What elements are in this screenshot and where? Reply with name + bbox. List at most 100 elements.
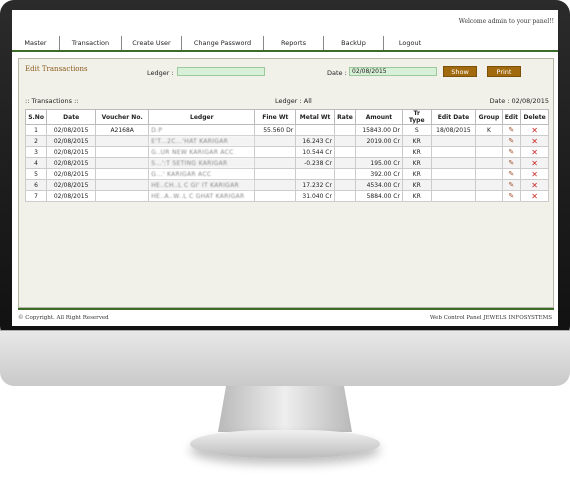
col-rate: Rate xyxy=(333,109,357,125)
col-fine-wt: Fine Wt xyxy=(254,109,297,125)
pencil-icon: ✎ xyxy=(508,148,515,156)
cell-amount: 195.00 Cr xyxy=(355,157,403,169)
menu-master[interactable]: Master xyxy=(12,36,60,50)
cell-metal-wt: 31.040 Cr xyxy=(295,190,335,202)
cell-voucher xyxy=(95,135,150,147)
cell-metal-wt: 17.232 Cr xyxy=(295,179,335,191)
cell-voucher xyxy=(95,190,150,202)
delete-button[interactable]: ✕ xyxy=(520,179,549,191)
cell-ledger: D.P xyxy=(148,124,256,136)
table-row: 5 02/08/2015 G...' KARIGAR ACC 392.00 Cr… xyxy=(24,168,549,180)
cell-tr-type: KR xyxy=(401,168,432,180)
cell-tr-type: S xyxy=(401,124,432,136)
cell-voucher xyxy=(95,157,150,169)
transactions-heading: :: Transactions :: xyxy=(25,97,79,105)
edit-button[interactable]: ✎ xyxy=(501,157,522,169)
cell-amount: 15843.00 Dr xyxy=(355,124,403,136)
panel-title: Edit Transactions xyxy=(25,65,88,73)
cell-tr-type: KR xyxy=(401,135,432,147)
cell-ledger: G...' KARIGAR ACC xyxy=(148,168,256,180)
col-edit-date: Edit Date xyxy=(430,109,477,125)
menu-change-password[interactable]: Change Password xyxy=(182,36,264,50)
show-button[interactable]: Show xyxy=(443,66,477,77)
pencil-icon: ✎ xyxy=(508,159,515,167)
date-input[interactable]: 02/08/2015 xyxy=(349,67,437,76)
cell-rate xyxy=(333,190,357,202)
col-ledger: Ledger xyxy=(148,109,256,125)
delete-button[interactable]: ✕ xyxy=(520,157,549,169)
menu-transaction[interactable]: Transaction xyxy=(60,36,122,50)
cell-amount xyxy=(355,146,403,158)
cell-sno: 7 xyxy=(24,190,48,202)
transactions-table: S.No Date Voucher No. Ledger Fine Wt Met… xyxy=(24,109,549,202)
cell-rate xyxy=(333,146,357,158)
delete-button[interactable]: ✕ xyxy=(520,124,549,136)
monitor-neck xyxy=(218,386,352,432)
cell-fine-wt xyxy=(254,179,297,191)
menu-reports[interactable]: Reports xyxy=(264,36,324,50)
col-sno: S.No xyxy=(24,109,48,125)
cell-ledger: E'T...2C...'HAT KARIGAR xyxy=(148,135,256,147)
edit-button[interactable]: ✎ xyxy=(501,135,522,147)
edit-button[interactable]: ✎ xyxy=(501,168,522,180)
cell-rate xyxy=(333,168,357,180)
cell-group xyxy=(475,179,503,191)
cell-voucher xyxy=(95,168,150,180)
menu-create-user[interactable]: Create User xyxy=(122,36,182,50)
cell-ledger: HE..CH..L C GI' IT KARIGAR xyxy=(148,179,256,191)
cell-sno: 1 xyxy=(24,124,48,136)
edit-button[interactable]: ✎ xyxy=(501,124,522,136)
cell-tr-type: KR xyxy=(401,157,432,169)
cell-tr-type: KR xyxy=(401,190,432,202)
delete-button[interactable]: ✕ xyxy=(520,146,549,158)
close-icon: ✕ xyxy=(531,125,538,135)
edit-button[interactable]: ✎ xyxy=(501,179,522,191)
pencil-icon: ✎ xyxy=(508,137,515,145)
pencil-icon: ✎ xyxy=(508,181,515,189)
table-row: 6 02/08/2015 HE..CH..L C GI' IT KARIGAR … xyxy=(24,179,549,191)
cell-amount: 392.00 Cr xyxy=(355,168,403,180)
table-header-row: S.No Date Voucher No. Ledger Fine Wt Met… xyxy=(24,109,549,125)
cell-metal-wt: -0.238 Cr xyxy=(295,157,335,169)
cell-amount: 4534.00 Cr xyxy=(355,179,403,191)
delete-button[interactable]: ✕ xyxy=(520,168,549,180)
col-date: Date xyxy=(46,109,97,125)
footer-divider xyxy=(18,308,554,310)
cell-group xyxy=(475,146,503,158)
col-amount: Amount xyxy=(355,109,403,125)
cell-voucher: A2168A xyxy=(95,124,150,136)
cell-fine-wt: 55.560 Dr xyxy=(254,124,297,136)
close-icon: ✕ xyxy=(531,136,538,146)
menu-logout[interactable]: Logout xyxy=(384,36,436,50)
print-button[interactable]: Print xyxy=(487,66,521,77)
pencil-icon: ✎ xyxy=(508,192,515,200)
credit-text: Web Control Panel JEWELS INFOSYSTEMS xyxy=(429,315,552,321)
cell-amount: 2019.00 Cr xyxy=(355,135,403,147)
col-edit: Edit xyxy=(501,109,522,125)
monitor-chin xyxy=(0,330,570,386)
cell-date: 02/08/2015 xyxy=(46,179,97,191)
pencil-icon: ✎ xyxy=(508,170,515,178)
cell-date: 02/08/2015 xyxy=(46,168,97,180)
cell-group xyxy=(475,168,503,180)
welcome-text: Welcome admin to your panel!! xyxy=(458,18,554,25)
cell-group: K xyxy=(475,124,503,136)
cell-edit-date xyxy=(430,179,477,191)
col-voucher: Voucher No. xyxy=(95,109,150,125)
cell-tr-type: KR xyxy=(401,146,432,158)
edit-button[interactable]: ✎ xyxy=(501,146,522,158)
delete-button[interactable]: ✕ xyxy=(520,190,549,202)
delete-button[interactable]: ✕ xyxy=(520,135,549,147)
table-row: 1 02/08/2015 A2168A D.P 55.560 Dr 15843.… xyxy=(24,124,549,136)
cell-voucher xyxy=(95,179,150,191)
cell-group xyxy=(475,135,503,147)
cell-metal-wt xyxy=(295,168,335,180)
close-icon: ✕ xyxy=(531,169,538,179)
ledger-input[interactable] xyxy=(177,67,265,76)
ledger-label: Ledger : xyxy=(147,69,174,77)
menu-backup[interactable]: BackUp xyxy=(324,36,384,50)
edit-button[interactable]: ✎ xyxy=(501,190,522,202)
table-row: 3 02/08/2015 G..UR NEW KARIGAR ACC 10.54… xyxy=(24,146,549,158)
cell-sno: 3 xyxy=(24,146,48,158)
cell-ledger: G..UR NEW KARIGAR ACC xyxy=(148,146,256,158)
